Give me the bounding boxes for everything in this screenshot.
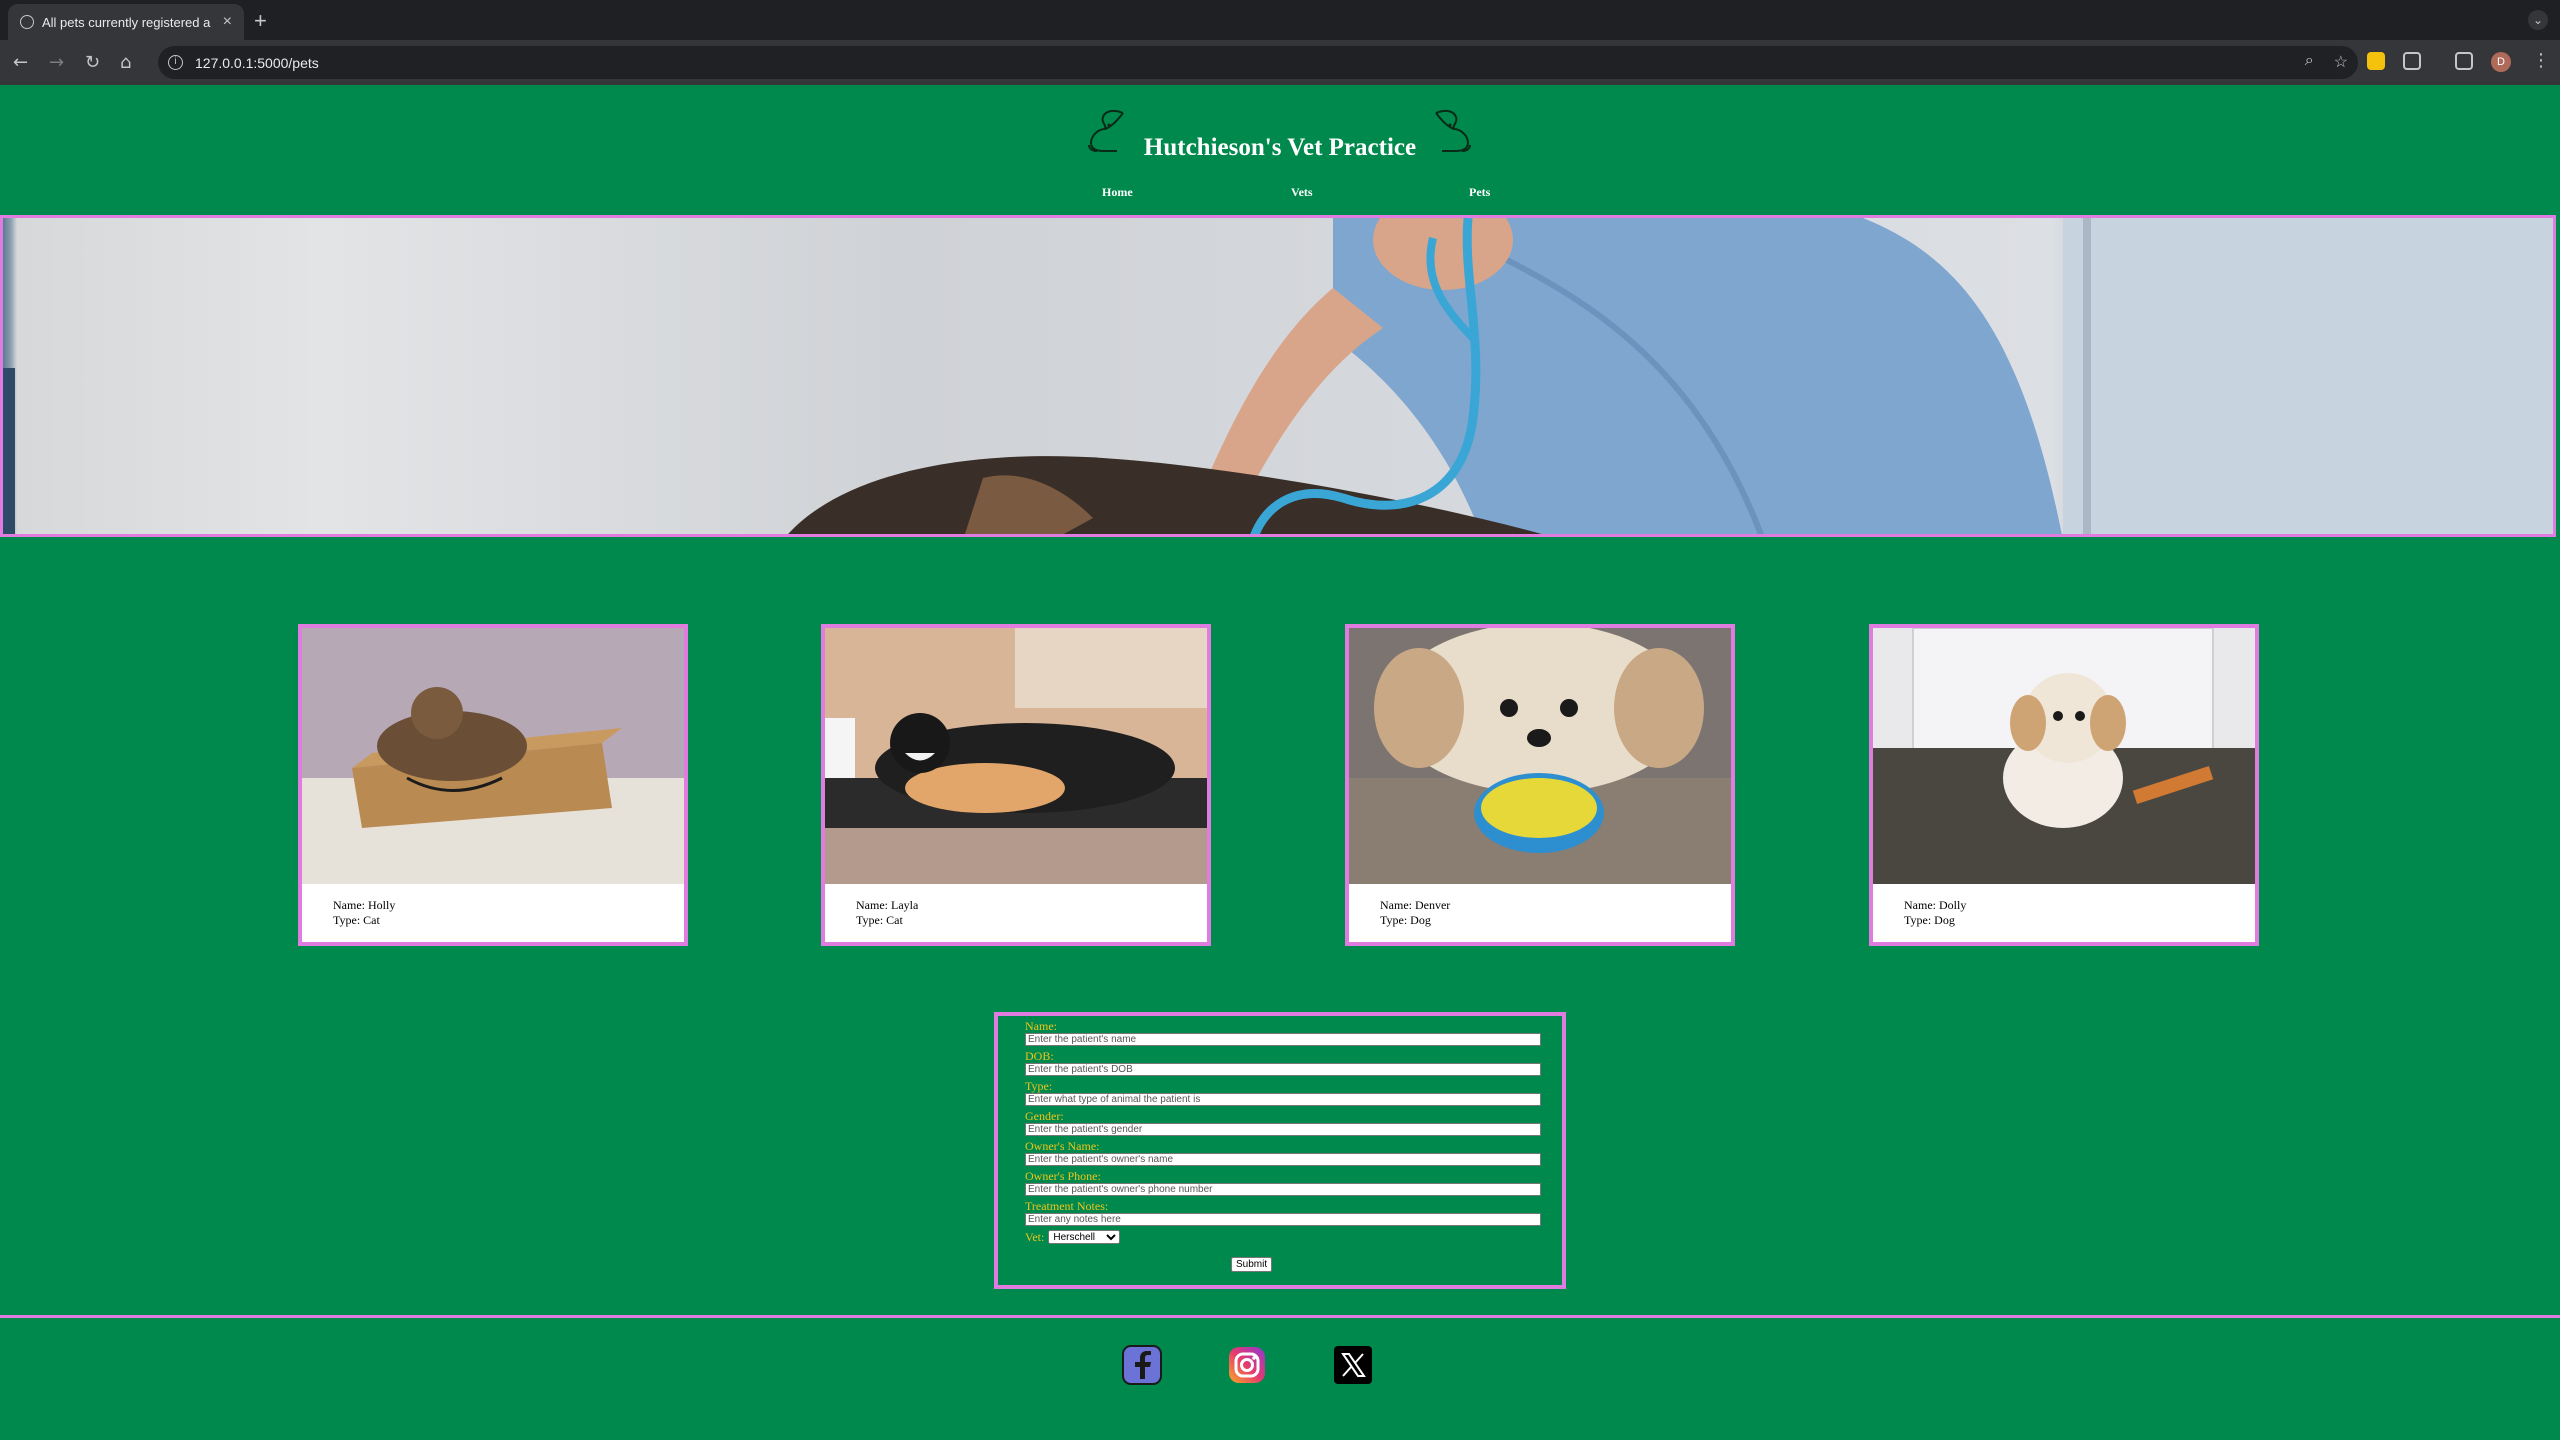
globe-icon	[20, 15, 34, 29]
treatment-notes-input[interactable]	[1025, 1213, 1541, 1226]
site-info-icon[interactable]: i	[168, 55, 183, 70]
owner-phone-label: Owner's Phone:	[1025, 1169, 1101, 1183]
name-label: Name:	[1025, 1019, 1057, 1033]
rabbit-logo-icon	[1435, 109, 1471, 152]
vet-label: Vet:	[1025, 1229, 1045, 1244]
url-text: 127.0.0.1:5000/pets	[195, 54, 319, 71]
pet-card[interactable]: Name: Dolly Type: Dog	[1869, 624, 2259, 946]
type-label: Type:	[1025, 1079, 1053, 1093]
owner-name-input[interactable]	[1025, 1153, 1541, 1166]
nav-home[interactable]: Home	[1102, 185, 1133, 200]
extension-icon[interactable]	[2367, 52, 2385, 70]
dob-input[interactable]	[1025, 1063, 1541, 1076]
pet-name: Name: Dolly	[1904, 898, 1967, 912]
pet-name: Name: Holly	[333, 898, 396, 912]
side-panel-icon[interactable]	[2455, 52, 2473, 70]
black-white-cat-photo	[825, 628, 1207, 884]
nav-vets[interactable]: Vets	[1291, 185, 1313, 200]
new-tab-icon[interactable]: +	[254, 8, 267, 34]
owner-name-label: Owner's Name:	[1025, 1139, 1100, 1153]
vet-with-dog-image	[3, 218, 2553, 534]
vet-row: Vet: Herschell	[1025, 1230, 1562, 1244]
bookmark-star-icon[interactable]: ☆	[2334, 52, 2348, 72]
pet-type: Type: Dog	[1904, 913, 1955, 927]
pet-type: Type: Cat	[333, 913, 380, 927]
nav-pets[interactable]: Pets	[1469, 185, 1490, 200]
pet-name: Name: Denver	[1380, 898, 1451, 912]
add-pet-form: Name: DOB: Type: Gender: Owner's Name: O…	[994, 1012, 1566, 1289]
zoom-icon[interactable]: ⌕	[2305, 52, 2314, 72]
tab-title: All pets currently registered a	[42, 14, 211, 30]
pet-card[interactable]: Name: Holly Type: Cat	[298, 624, 688, 946]
cat-in-box-photo	[302, 628, 684, 884]
site-title: Hutchieson's Vet Practice	[1143, 134, 1417, 161]
site-header: Hutchieson's Vet Practice Home Vets Pets	[0, 85, 2560, 215]
profile-avatar[interactable]: D	[2491, 52, 2511, 72]
pet-card[interactable]: Name: Denver Type: Dog	[1345, 624, 1735, 946]
pet-type: Type: Cat	[856, 913, 903, 927]
browser-menu-icon[interactable]: ⋮	[2532, 50, 2550, 71]
back-icon[interactable]: ←	[13, 52, 28, 73]
dob-label: DOB:	[1025, 1049, 1054, 1063]
submit-button[interactable]: Submit	[1231, 1257, 1273, 1272]
gender-label: Gender:	[1025, 1109, 1064, 1123]
small-dog-photo	[1873, 628, 2255, 884]
browser-tab[interactable]: All pets currently registered a ×	[8, 4, 244, 40]
hero-banner	[0, 215, 2556, 537]
name-input[interactable]	[1025, 1033, 1541, 1046]
dog-with-ball-photo	[1349, 628, 1731, 884]
instagram-icon[interactable]	[1227, 1345, 1267, 1385]
footer-divider	[0, 1315, 2560, 1318]
vet-select[interactable]: Herschell	[1048, 1230, 1121, 1244]
owner-phone-input[interactable]	[1025, 1183, 1541, 1196]
facebook-icon[interactable]	[1122, 1345, 1162, 1385]
gender-input[interactable]	[1025, 1123, 1541, 1136]
browser-tab-strip: All pets currently registered a × + ⌄	[0, 0, 2560, 40]
reload-icon[interactable]: ↻	[85, 52, 100, 73]
extensions-puzzle-icon[interactable]	[2403, 52, 2421, 70]
pet-card[interactable]: Name: Layla Type: Cat	[821, 624, 1211, 946]
tab-close-icon[interactable]: ×	[223, 13, 232, 31]
x-icon[interactable]	[1333, 1345, 1373, 1385]
pet-name: Name: Layla	[856, 898, 919, 912]
forward-icon[interactable]: →	[49, 52, 64, 73]
home-icon[interactable]: ⌂	[120, 52, 131, 73]
tab-search-icon[interactable]: ⌄	[2528, 10, 2548, 30]
address-bar[interactable]: i 127.0.0.1:5000/pets ⌕ ☆	[158, 46, 2358, 79]
rabbit-logo-icon	[1088, 109, 1124, 152]
treatment-notes-label: Treatment Notes:	[1025, 1199, 1109, 1213]
type-input[interactable]	[1025, 1093, 1541, 1106]
browser-toolbar: ← → ↻ ⌂ i 127.0.0.1:5000/pets ⌕ ☆	[0, 40, 2560, 85]
pet-type: Type: Dog	[1380, 913, 1431, 927]
